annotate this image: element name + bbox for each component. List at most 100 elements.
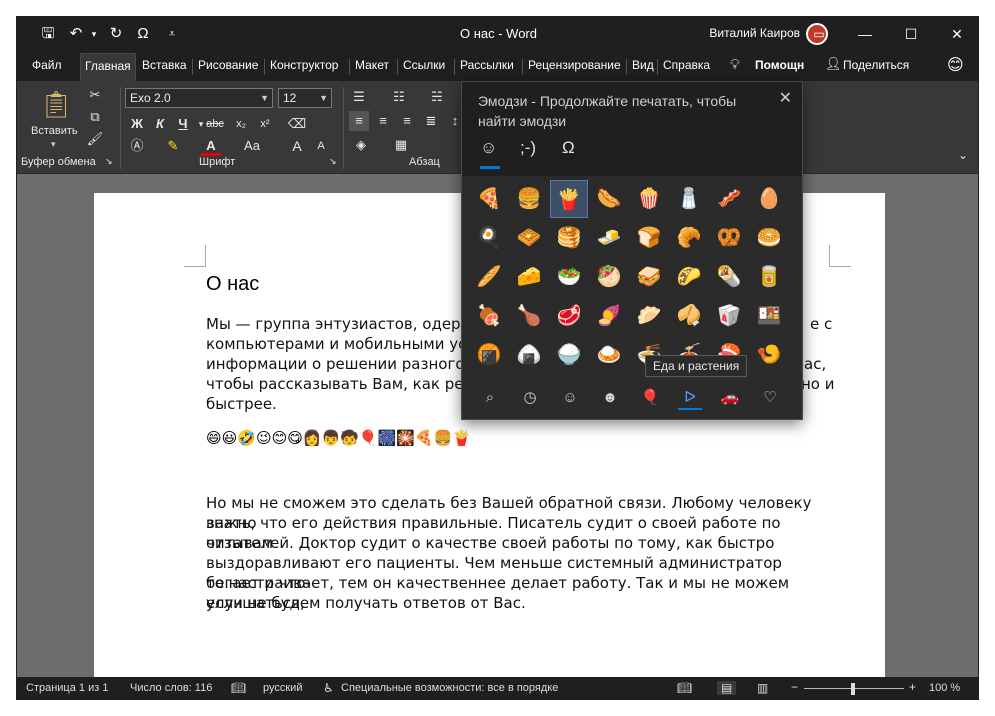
emoji-cell[interactable]: 🍕 (470, 180, 508, 218)
close-button[interactable]: ✕ (934, 17, 978, 51)
grow-font-button[interactable]: A (287, 136, 307, 156)
category-smiley-icon[interactable]: ☺ (558, 386, 582, 410)
emoji-cell[interactable]: 🥠 (670, 297, 708, 335)
font-name-combo[interactable]: Exo 2.0 ▼ (125, 88, 273, 108)
tab-insert[interactable]: Вставка (142, 58, 187, 72)
zoom-slider-thumb[interactable] (851, 683, 855, 695)
change-case-button[interactable]: Aa (237, 136, 267, 156)
emoji-cell[interactable]: 🥐 (670, 219, 708, 257)
category-search-icon[interactable]: ⌕ (478, 386, 502, 410)
emoji-cell[interactable]: 🥙 (590, 258, 628, 296)
shading-icon[interactable]: ◈ (351, 135, 371, 155)
tab-references[interactable]: Ссылки (403, 58, 445, 72)
chevron-down-icon[interactable]: ▼ (260, 89, 269, 107)
superscript-button[interactable]: x² (255, 114, 275, 134)
category-celebration-icon[interactable]: 🎈 (638, 386, 662, 410)
emoji-tab-smiley[interactable]: ☺ (480, 138, 497, 158)
emoji-tab-symbols[interactable]: Ω (562, 138, 575, 158)
emoji-cell[interactable]: 🥚 (750, 180, 788, 218)
share-button[interactable]: Поделиться (843, 58, 909, 72)
tab-mailings[interactable]: Рассылки (460, 58, 514, 72)
emoji-cell[interactable]: 🍘 (470, 336, 508, 374)
align-right-icon[interactable]: ≡ (397, 111, 417, 131)
emoji-cell[interactable]: 🍚 (550, 336, 588, 374)
emoji-cell[interactable]: 🍟 (550, 180, 588, 218)
category-transport-icon[interactable]: 🚗 (718, 386, 742, 410)
page-count[interactable]: Страница 1 из 1 (26, 682, 108, 694)
font-size-combo[interactable]: 12 ▼ (278, 88, 332, 108)
emoji-cell[interactable]: 🍔 (510, 180, 548, 218)
zoom-level[interactable]: 100 % (929, 682, 960, 694)
share-person-icon[interactable]: 👤︎ (825, 56, 842, 72)
read-mode-icon[interactable]: 📖︎ (677, 681, 692, 695)
emoji-text-line[interactable]: 😄😃🤣😉😊😋👩👦🧒🎈🎆🎇🍕🍔🍟 (206, 429, 471, 447)
emoji-cell[interactable]: 🍛 (590, 336, 628, 374)
emoji-cell[interactable]: 🥫 (750, 258, 788, 296)
tab-layout[interactable]: Макет (355, 58, 389, 72)
tab-draw[interactable]: Рисование (198, 58, 258, 72)
collapse-ribbon-icon[interactable]: ⌄ (953, 145, 973, 165)
emoji-cell[interactable]: 🍳 (470, 219, 508, 257)
emoji-cell[interactable]: 🥓 (710, 180, 748, 218)
minimize-button[interactable]: — (842, 17, 888, 51)
multilevel-list-icon[interactable]: ☵ (427, 87, 447, 107)
text-effects-icon[interactable]: Ⓐ (127, 136, 147, 156)
category-heart-icon[interactable]: ♡ (758, 386, 782, 410)
emoji-cell[interactable]: 🍙 (510, 336, 548, 374)
emoji-cell[interactable]: 🍤 (750, 336, 788, 374)
paste-button-label[interactable]: Вставить (31, 125, 78, 137)
category-recent-icon[interactable]: ◷ (518, 386, 542, 410)
emoji-cell[interactable]: 🥪 (630, 258, 668, 296)
emoji-cell[interactable]: 🍠 (590, 297, 628, 335)
close-icon[interactable]: ✕ (779, 88, 792, 108)
accessibility-icon[interactable]: ♿︎ (323, 681, 334, 695)
paragraph-line[interactable]: если не будем получать ответов от Вас. (206, 593, 836, 613)
accessibility-status[interactable]: Специальные возможности: все в порядке (341, 682, 558, 694)
maximize-button[interactable]: ☐ (888, 17, 934, 51)
category-people-icon[interactable]: ☻ (598, 386, 622, 410)
feedback-smiley-icon[interactable]: 😊 (947, 55, 964, 75)
italic-button[interactable]: К (150, 114, 170, 134)
emoji-cell[interactable]: 🌮 (670, 258, 708, 296)
align-left-icon[interactable]: ≡ (349, 111, 369, 131)
tab-review[interactable]: Рецензирование (528, 58, 621, 72)
proofing-icon[interactable]: 📖︎ (231, 681, 246, 695)
shrink-font-button[interactable]: A (311, 136, 331, 156)
cut-icon[interactable]: ✂ (85, 85, 105, 105)
subscript-button[interactable]: x₂ (231, 114, 251, 134)
tab-help[interactable]: Справка (663, 58, 710, 72)
bold-button[interactable]: Ж (127, 114, 147, 134)
word-count[interactable]: Число слов: 116 (130, 682, 212, 694)
tab-file[interactable]: Файл (32, 58, 62, 72)
emoji-cell[interactable]: 🧈 (590, 219, 628, 257)
user-name[interactable]: Виталий Каиров (709, 26, 800, 40)
justify-icon[interactable]: ≣ (421, 111, 441, 131)
emoji-cell[interactable]: 🥡 (710, 297, 748, 335)
document-heading[interactable]: О нас (206, 273, 259, 296)
emoji-cell[interactable]: 🥨 (710, 219, 748, 257)
strikethrough-button[interactable]: abc (205, 114, 225, 134)
chevron-down-icon[interactable]: ▼ (319, 89, 328, 107)
paste-dropdown-icon[interactable]: ▾ (51, 139, 56, 150)
format-painter-icon[interactable]: 🖌︎ (85, 129, 105, 149)
web-layout-icon[interactable]: ▥ (757, 681, 768, 695)
zoom-in-button[interactable]: + (909, 680, 916, 694)
font-color-icon[interactable]: A (201, 136, 221, 156)
borders-icon[interactable]: ▦ (391, 135, 411, 155)
emoji-cell[interactable]: 🧀 (510, 258, 548, 296)
lightbulb-icon[interactable]: 💡︎ (730, 56, 740, 73)
emoji-cell[interactable]: 🍗 (510, 297, 548, 335)
emoji-cell[interactable]: 🥟 (630, 297, 668, 335)
clear-formatting-icon[interactable]: ⌫ (287, 114, 307, 134)
align-center-icon[interactable]: ≡ (373, 111, 393, 131)
font-launcher-icon[interactable]: ↘ (329, 156, 337, 167)
zoom-out-button[interactable]: − (791, 680, 798, 694)
emoji-cell[interactable]: 🧇 (510, 219, 548, 257)
bullets-icon[interactable]: ☰ (349, 87, 369, 107)
underline-button[interactable]: Ч (173, 114, 193, 134)
emoji-cell[interactable]: 🍞 (630, 219, 668, 257)
tab-home[interactable]: Главная (80, 53, 136, 81)
paste-icon[interactable]: 📋︎ (39, 87, 73, 121)
copy-icon[interactable]: ⧉ (85, 107, 105, 127)
language-indicator[interactable]: русский (263, 682, 302, 694)
